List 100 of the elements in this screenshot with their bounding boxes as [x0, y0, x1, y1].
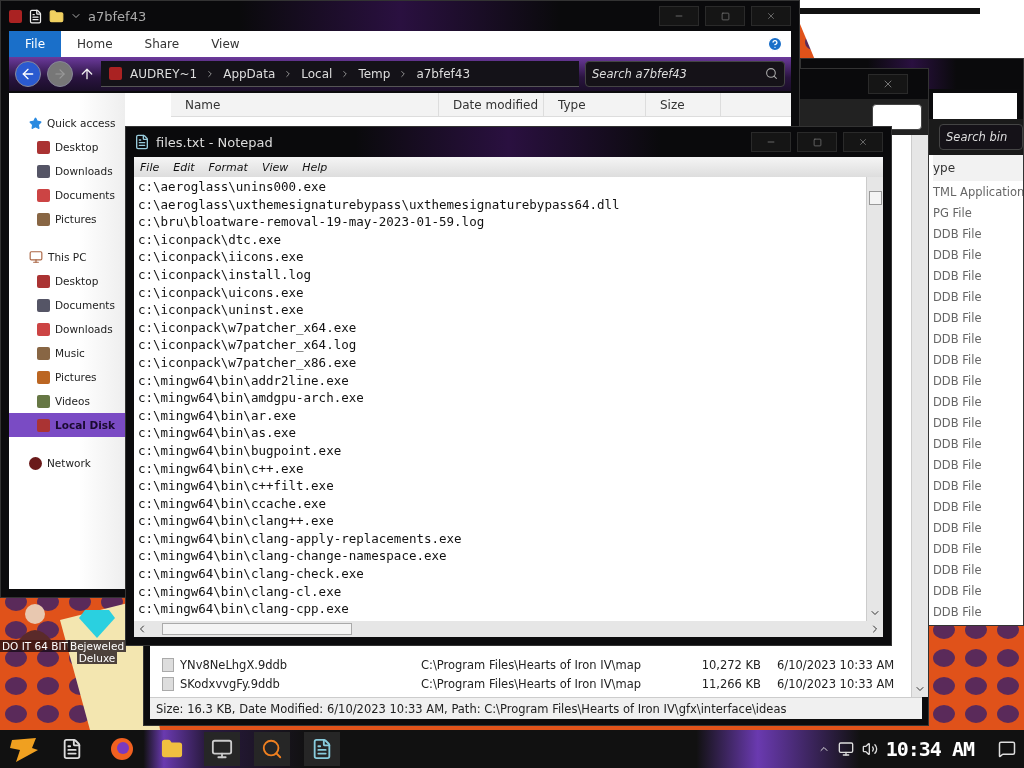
maximize-icon[interactable] [812, 137, 822, 147]
window-title: files.txt - Notepad [156, 134, 273, 150]
up-icon[interactable] [79, 66, 95, 82]
breadcrumb-item[interactable]: AppData [223, 66, 276, 81]
column-header[interactable]: Name [171, 93, 439, 116]
status-bar: Size: 16.3 KB, Date Modified: 6/10/2023 10:33 AM, Path: C:\Program Files\Hearts of Iron IV\gfx\interface\ideas [150, 697, 922, 719]
forward-button[interactable] [47, 61, 73, 87]
nav-item[interactable]: Documents [9, 183, 125, 207]
folder-icon [37, 370, 50, 384]
clock[interactable]: 10:34 AM [885, 737, 974, 761]
nav-item[interactable]: Downloads [9, 159, 125, 183]
notification-icon[interactable] [998, 740, 1016, 758]
maximize-button[interactable] [797, 132, 837, 152]
desktop-icon-label[interactable]: DO IT 64 BIT [0, 640, 70, 652]
file-icon [162, 676, 174, 691]
table-cell-text: DDB File [933, 393, 983, 411]
nav-item[interactable]: Downloads [9, 317, 125, 341]
text-line: c:\mingw64\bin\clang-change-namespace.exe [138, 547, 448, 566]
help-icon[interactable] [767, 36, 783, 52]
desktop-icon-label[interactable]: Deluxe [76, 652, 118, 664]
text-editor[interactable] [134, 177, 866, 621]
search-icon[interactable] [254, 732, 290, 766]
back-icon[interactable] [20, 66, 36, 82]
text-line: c:\aeroglass\uxthemesignaturebypass\uxthemesignaturebypass64.dll [138, 195, 621, 214]
maximize-icon[interactable] [720, 11, 730, 21]
network-icon[interactable] [837, 741, 854, 757]
column-header[interactable]: Size [646, 93, 721, 116]
breadcrumb-item[interactable]: Temp [358, 66, 391, 81]
text-line: c:\mingw64\bin\clang++.exe [138, 512, 335, 530]
column-header[interactable]: Date modified [439, 93, 544, 116]
text-line: c:\iconpack\iicons.exe [138, 248, 305, 266]
notepad-icon[interactable] [304, 732, 340, 766]
back-button[interactable] [15, 61, 41, 87]
nav-item[interactable]: Documents [9, 293, 125, 317]
search-icon[interactable] [765, 67, 778, 80]
breadcrumb-item[interactable]: AUDREY~1 [130, 66, 198, 81]
globe-icon [29, 456, 42, 470]
breadcrumb-item[interactable]: Local [301, 66, 333, 81]
table-cell-text: DDB File [933, 414, 983, 432]
scrollbar[interactable] [866, 177, 883, 621]
folder-icon [37, 140, 50, 154]
text-line: c:\mingw64\bin\addr2line.exe [138, 371, 350, 390]
text-line: c:\mingw64\bin\clang-check.exe [138, 565, 365, 583]
folder-icon [37, 394, 50, 408]
scrollbar[interactable] [134, 621, 883, 637]
table-cell-text: DDB File [933, 288, 983, 306]
table-cell-text: DDB File [933, 435, 983, 453]
close-icon[interactable] [858, 137, 868, 147]
search-field[interactable] [872, 104, 922, 130]
monitor-icon[interactable] [204, 732, 240, 766]
window-title: a7bfef43 [88, 8, 147, 24]
search-field[interactable]: Search a7bfef43 [585, 61, 785, 87]
nav-item[interactable]: Music [9, 341, 125, 365]
app-icon [109, 67, 122, 80]
scrollbar[interactable] [911, 135, 928, 697]
nav-item[interactable]: Pictures [9, 365, 125, 389]
scroll-thumb[interactable] [162, 623, 352, 635]
table-cell-text: DDB File [933, 582, 983, 600]
text-line: c:\mingw64\bin\as.exe [138, 424, 298, 442]
speaker-icon[interactable] [861, 741, 878, 757]
close-icon[interactable] [882, 78, 894, 90]
search-field[interactable]: Search bin [939, 124, 1023, 150]
table-cell-text: DDB File [933, 498, 983, 516]
nav-item[interactable]: Network [9, 451, 125, 475]
menu-item[interactable]: Help [302, 160, 328, 174]
maximize-button[interactable] [705, 6, 745, 26]
scroll-thumb[interactable] [868, 191, 882, 205]
text-line: c:\mingw64\bin\bugpoint.exe [138, 441, 343, 460]
nav-item[interactable]: Pictures [9, 207, 125, 231]
nav-item[interactable]: This PC [9, 245, 125, 269]
table-cell-text: DDB File [933, 225, 983, 243]
folder-icon[interactable] [49, 8, 64, 24]
menu-item[interactable]: Format [208, 160, 248, 174]
properties-icon[interactable] [28, 8, 43, 24]
close-icon[interactable] [766, 11, 776, 21]
desktop-icon-label[interactable]: Bejeweled [67, 640, 127, 652]
table-cell-text: DDB File [933, 372, 983, 390]
column-header[interactable]: Type [544, 93, 646, 116]
table-cell-text: YNv8NeLhgX.9ddb [180, 657, 289, 672]
nav-item[interactable]: Desktop [9, 269, 125, 293]
folder-icon [37, 164, 50, 178]
folder-icon [37, 212, 50, 226]
nav-item[interactable]: Videos [9, 389, 125, 413]
text-line: c:\mingw64\bin\clang-apply-replacements.exe [138, 529, 463, 548]
menu-item[interactable]: View [261, 160, 289, 174]
nav-item[interactable]: Desktop [9, 135, 125, 159]
nav-item[interactable]: Quick access [9, 111, 125, 135]
table-cell-text: DDB File [933, 540, 983, 558]
menu-item[interactable]: File [140, 160, 160, 174]
ribbon-tab[interactable]: File [9, 31, 62, 57]
table-cell-text: SKodxvvgFy.9ddb [180, 676, 281, 691]
column-header[interactable]: ype [933, 155, 1023, 181]
text-line: c:\mingw64\bin\clang-cl.exe [138, 582, 343, 601]
table-cell-text: DDB File [933, 477, 983, 495]
menu-item[interactable]: Edit [173, 160, 195, 174]
table-cell-text: DDB File [933, 456, 983, 474]
breadcrumb-item[interactable]: a7bfef43 [416, 66, 471, 81]
folder-icon [37, 418, 50, 432]
folder-icon [37, 346, 50, 360]
address-bar[interactable]: AUDREY~1 AppData Local Temp a7bfef43 [101, 61, 579, 87]
